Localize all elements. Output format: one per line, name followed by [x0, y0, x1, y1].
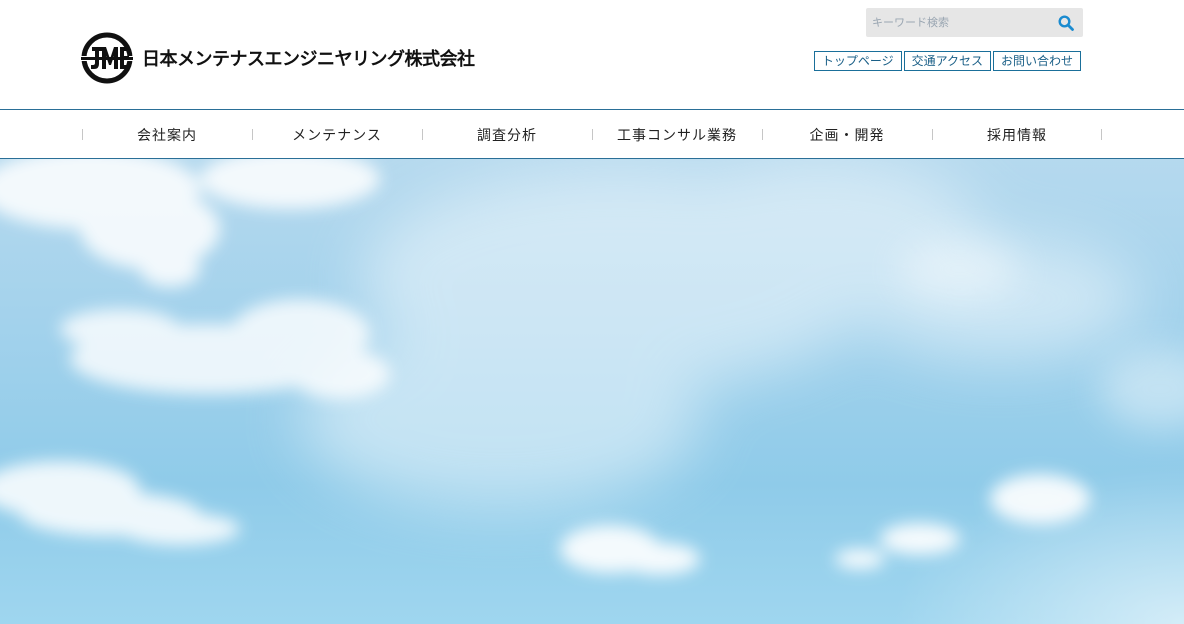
nav-item-company[interactable]: 会社案内 — [82, 111, 252, 158]
access-link[interactable]: 交通アクセス — [903, 51, 991, 71]
nav-item-maintenance[interactable]: メンテナンス — [252, 111, 422, 158]
utility-links: トップページ 交通アクセス お問い合わせ — [813, 51, 1081, 71]
nav-item-planning-development[interactable]: 企画・開発 — [762, 111, 932, 158]
cloud-illustration — [0, 159, 1184, 624]
jme-circle-logo-icon — [80, 32, 134, 84]
top-page-link[interactable]: トップページ — [813, 51, 902, 71]
nav-list: 会社案内 メンテナンス 調査分析 工事コンサル業務 企画・開発 採用情報 — [82, 111, 1102, 158]
contact-link[interactable]: お問い合わせ — [992, 51, 1081, 71]
nav-item-analysis[interactable]: 調査分析 — [422, 111, 592, 158]
hero-sky-image — [0, 159, 1184, 624]
site-logo[interactable]: 日本メンテナスエンジニヤリング株式会社 — [80, 30, 475, 86]
global-nav: 会社案内 メンテナンス 調査分析 工事コンサル業務 企画・開発 採用情報 — [0, 111, 1184, 159]
site-header: 日本メンテナスエンジニヤリング株式会社 トップページ 交通アクセス お問い合わせ — [0, 0, 1184, 110]
nav-item-construction-consulting[interactable]: 工事コンサル業務 — [592, 111, 762, 158]
search-button[interactable] — [1055, 12, 1077, 34]
search-icon — [1058, 15, 1074, 31]
nav-item-recruit[interactable]: 採用情報 — [932, 111, 1102, 158]
company-name: 日本メンテナスエンジニヤリング株式会社 — [142, 49, 475, 70]
search-box — [866, 8, 1083, 37]
search-input[interactable] — [866, 8, 1046, 37]
